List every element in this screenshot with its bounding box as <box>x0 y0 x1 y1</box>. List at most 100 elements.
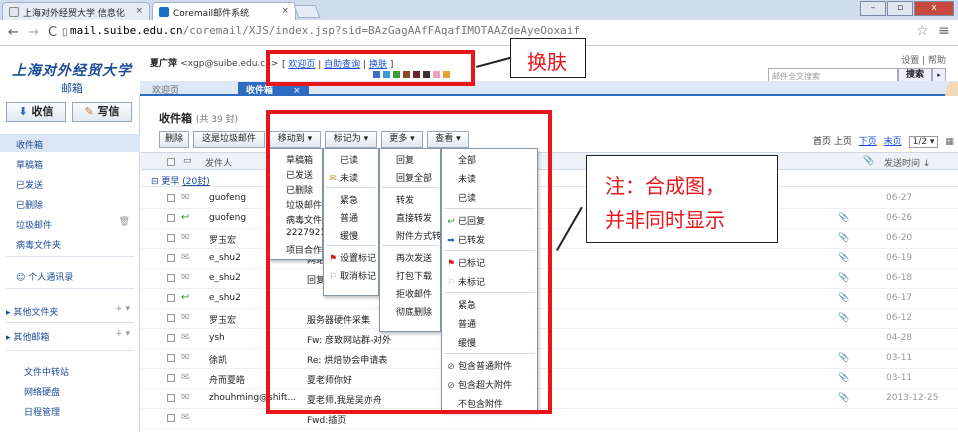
row-checkbox[interactable] <box>167 314 175 322</box>
attachment-icon: 📎 <box>838 273 850 283</box>
divider <box>6 288 134 289</box>
add-folder-icon[interactable]: + ▾ <box>115 304 130 314</box>
back-icon[interactable]: ← <box>8 25 19 40</box>
browser-tab-2[interactable]: Coremail邮件系统 × <box>152 2 296 20</box>
header-icon: ▭ <box>183 156 192 166</box>
minimize-button[interactable]: – <box>860 1 886 16</box>
nav-sent[interactable]: 已发送 <box>0 174 140 192</box>
receive-button[interactable]: ⬇ 收信 <box>6 102 66 122</box>
pencil-icon: ✎ <box>84 105 94 118</box>
bookmark-star-icon[interactable]: ☆ <box>916 23 929 39</box>
tab-welcome[interactable]: 欢迎页 <box>144 82 187 96</box>
envelope-icon: ✉ <box>181 272 190 283</box>
nav-drafts[interactable]: 草稿箱 <box>0 154 140 172</box>
row-date: 06-12 <box>886 313 913 323</box>
trash-icon[interactable]: 🗑 <box>119 217 130 227</box>
envelope-icon: ✉ <box>181 392 190 403</box>
attachment-icon: 📎 <box>838 353 850 363</box>
select-all-checkbox[interactable] <box>167 158 175 166</box>
row-date: 04-28 <box>886 333 913 343</box>
reload-icon[interactable]: C <box>48 25 57 40</box>
page-icon <box>9 7 19 17</box>
replied-icon: ↩ <box>181 292 190 303</box>
attachment-icon: 📎 <box>838 393 850 403</box>
row-checkbox[interactable] <box>167 234 175 242</box>
row-checkbox[interactable] <box>167 194 175 202</box>
coremail-icon <box>159 7 169 17</box>
browser-tab-1[interactable]: 上海对外经贸大学 信息化 × <box>2 2 150 20</box>
row-checkbox[interactable] <box>167 374 175 382</box>
nav-calendar[interactable]: 日程管理 <box>0 401 140 419</box>
skin-annotation: 换肤 <box>510 38 586 78</box>
row-date: 2013-12-25 <box>886 393 939 403</box>
envelope-icon: ✉ <box>181 372 190 383</box>
nav-other-folders[interactable]: ▸ 其他文件夹 + ▾ <box>0 301 140 319</box>
row-checkbox[interactable] <box>167 274 175 282</box>
nav-other-mailbox[interactable]: ▸ 其他邮箱 + ▾ <box>0 326 140 344</box>
nav-inbox[interactable]: 收件箱 <box>0 134 140 152</box>
nav-contacts[interactable]: ☺ 个人通讯录 <box>0 266 140 284</box>
group-count-link[interactable]: (20封) <box>182 177 209 187</box>
last-page-link[interactable]: 末页 <box>884 137 902 147</box>
row-date: 06-18 <box>886 273 913 283</box>
attachment-icon: 📎 <box>838 293 850 303</box>
row-checkbox[interactable] <box>167 294 175 302</box>
new-tab-button[interactable] <box>293 5 321 18</box>
envelope-icon: ✉ <box>181 312 190 323</box>
user-name: 夏广萍 <xgp@suibe.edu.cn> <box>150 59 279 69</box>
expand-icon: ▸ <box>6 308 11 318</box>
close-tab-icon[interactable]: × <box>293 86 301 96</box>
layout-icon[interactable]: ▦ <box>945 137 954 147</box>
envelope-icon: ✉ <box>181 412 190 423</box>
skin-highlight-box <box>266 50 475 86</box>
row-checkbox[interactable] <box>167 394 175 402</box>
close-window-button[interactable]: x <box>914 1 954 16</box>
row-checkbox[interactable] <box>167 414 175 422</box>
help-links[interactable]: 设置 | 帮助 <box>901 53 946 66</box>
nav-virus[interactable]: 病毒文件夹 <box>0 234 140 252</box>
forward-icon[interactable]: → <box>28 25 39 40</box>
nav-file-transfer[interactable]: 文件中转站 <box>0 361 140 379</box>
url-field[interactable]: mail.suibe.edu.cn/coremail/XJS/index.jsp… <box>70 24 580 37</box>
browser-tabstrip: 上海对外经贸大学 信息化 × Coremail邮件系统 × – ▫ x <box>0 0 958 20</box>
envelope-icon: ✉ <box>181 332 190 343</box>
row-date: 06-27 <box>886 193 913 203</box>
envelope-icon: ✉ <box>181 232 190 243</box>
maximize-button[interactable]: ▫ <box>887 1 913 16</box>
first-page[interactable]: 首页 <box>813 137 831 147</box>
next-page-link[interactable]: 下页 <box>859 137 877 147</box>
expand-icon: ▸ <box>6 333 11 343</box>
replied-icon: ↩ <box>181 212 190 223</box>
row-checkbox[interactable] <box>167 254 175 262</box>
attachment-icon: 📎 <box>838 253 850 263</box>
divider <box>6 322 134 323</box>
composite-note: 注：合成图， 并非同时显示 <box>586 155 778 243</box>
row-checkbox[interactable] <box>167 354 175 362</box>
col-date[interactable]: 发送时间 ↓ <box>884 156 930 169</box>
row-checkbox[interactable] <box>167 334 175 342</box>
close-icon[interactable]: × <box>135 6 143 16</box>
col-attach[interactable]: 📎 <box>863 156 874 166</box>
nav-deleted[interactable]: 已删除 <box>0 194 140 212</box>
folder-title: 收件箱 (共 39 封) <box>159 112 239 125</box>
attachment-icon: 📎 <box>838 313 850 323</box>
left-nav: ⬇ 收信 ✎ 写信 收件箱 草稿箱 已发送 已删除 垃圾邮件 🗑 病毒文件夹 ☺ … <box>0 96 140 432</box>
menu-icon[interactable]: ≡ <box>938 23 950 39</box>
nav-junk[interactable]: 垃圾邮件 🗑 <box>0 214 140 232</box>
add-mailbox-icon[interactable]: + ▾ <box>115 329 130 339</box>
row-subject: Fwd:插页 <box>307 416 347 426</box>
delete-button[interactable]: 删除 <box>159 131 189 148</box>
prev-page[interactable]: 上页 <box>834 137 852 147</box>
row-date: 06-20 <box>886 233 913 243</box>
row-date: 06-19 <box>886 253 913 263</box>
close-icon[interactable]: × <box>281 6 289 16</box>
row-checkbox[interactable] <box>167 214 175 222</box>
logo: 上海对外经贸大学 邮箱 <box>12 63 132 95</box>
nav-netdisk[interactable]: 网络硬盘 <box>0 381 140 399</box>
col-sender[interactable]: 发件人 <box>205 156 232 169</box>
spam-button[interactable]: 这是垃圾邮件 <box>193 131 265 148</box>
pager: 首页 上页 下页 末页 1/2 ▾ ▦ <box>813 134 954 148</box>
write-button[interactable]: ✎ 写信 <box>72 102 132 122</box>
page-info-icon[interactable]: ▯ <box>62 27 68 38</box>
page-select[interactable]: 1/2 ▾ <box>908 136 939 148</box>
